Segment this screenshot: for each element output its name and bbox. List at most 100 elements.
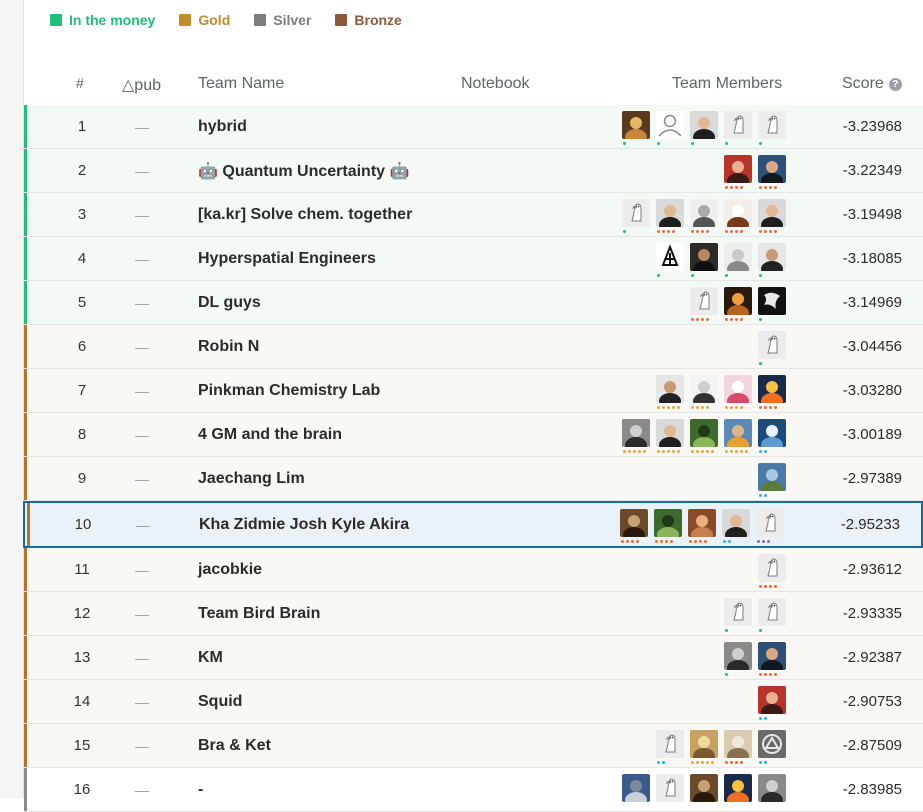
table-row[interactable]: 8 — 4 GM and the brain -3.00189 xyxy=(24,413,923,457)
help-icon[interactable]: ? xyxy=(888,77,902,91)
member-avatar[interactable] xyxy=(758,331,786,365)
member-avatar[interactable] xyxy=(758,155,786,189)
table-row[interactable]: 9 — Jaechang Lim -2.97389 xyxy=(24,457,923,501)
medal-dots xyxy=(623,450,646,453)
member-avatar[interactable] xyxy=(758,686,786,720)
header-rank[interactable]: # xyxy=(76,75,84,91)
member-avatar[interactable] xyxy=(620,509,648,543)
member-avatar[interactable] xyxy=(688,509,716,543)
member-avatar[interactable] xyxy=(690,111,718,145)
member-avatar[interactable] xyxy=(758,730,786,764)
team-name-link[interactable]: Robin N xyxy=(198,325,259,368)
team-name-link[interactable]: hybrid xyxy=(198,105,247,148)
member-avatar[interactable] xyxy=(656,111,684,145)
medal-dot xyxy=(759,406,762,409)
member-avatar[interactable] xyxy=(656,730,684,764)
member-avatar[interactable] xyxy=(690,243,718,277)
table-row[interactable]: 11 — jacobkie -2.93612 xyxy=(24,548,923,592)
member-avatar[interactable] xyxy=(656,243,684,277)
team-name-link[interactable]: 4 GM and the brain xyxy=(198,413,342,456)
table-row-selected[interactable]: 10 — Kha Zidmie Josh Kyle Akira -2.95233 xyxy=(23,501,923,548)
member-avatar[interactable] xyxy=(758,463,786,497)
member-avatar[interactable] xyxy=(690,287,718,321)
member-avatar[interactable] xyxy=(690,375,718,409)
table-row[interactable]: 2 — 🤖 Quantum Uncertainty 🤖 -3.22349 xyxy=(24,149,923,193)
table-row[interactable]: 15 — Bra & Ket -2.87509 xyxy=(24,724,923,768)
table-row[interactable]: 3 — [ka.kr] Solve chem. together -3.19498 xyxy=(24,193,923,237)
member-avatar[interactable] xyxy=(622,419,650,453)
medal-dot xyxy=(660,540,663,543)
table-row[interactable]: 13 — KM -2.92387 xyxy=(24,636,923,680)
member-avatar[interactable] xyxy=(724,642,752,676)
member-avatar[interactable] xyxy=(656,419,684,453)
table-row[interactable]: 14 — Squid -2.90753 xyxy=(24,680,923,724)
score-cell: -2.83985 xyxy=(842,781,902,798)
member-avatar[interactable] xyxy=(758,287,786,321)
member-avatar[interactable] xyxy=(758,375,786,409)
member-avatar[interactable] xyxy=(654,509,682,543)
member-avatar[interactable] xyxy=(758,199,786,233)
member-avatar[interactable] xyxy=(724,199,752,233)
team-name-link[interactable]: Pinkman Chemistry Lab xyxy=(198,369,380,412)
member-avatar[interactable] xyxy=(724,243,752,277)
member-avatar[interactable] xyxy=(758,419,786,453)
team-name-link[interactable]: KM xyxy=(198,636,223,679)
team-name-link[interactable]: 🤖 Quantum Uncertainty 🤖 xyxy=(198,149,409,192)
medal-dot xyxy=(670,540,673,543)
team-name-link[interactable]: - xyxy=(198,768,203,811)
medal-dot xyxy=(759,761,762,764)
member-avatar[interactable] xyxy=(758,111,786,145)
table-row[interactable]: 16 — - -2.83985 xyxy=(24,768,923,812)
member-avatar[interactable] xyxy=(724,419,752,453)
team-name-link[interactable]: Kha Zidmie Josh Kyle Akira xyxy=(199,503,409,546)
member-avatar[interactable] xyxy=(724,155,752,189)
member-avatar[interactable] xyxy=(656,199,684,233)
team-name-link[interactable]: Squid xyxy=(198,680,242,723)
medal-dot xyxy=(672,406,675,409)
header-team-name[interactable]: Team Name xyxy=(198,75,284,93)
table-row[interactable]: 1 — hybrid -3.23968 xyxy=(24,105,923,149)
member-avatar[interactable] xyxy=(622,111,650,145)
member-avatar[interactable] xyxy=(722,509,750,543)
table-row[interactable]: 4 — Hyperspatial Engineers -3.18085 xyxy=(24,237,923,281)
header-score-label[interactable]: Score xyxy=(842,75,884,93)
team-name-link[interactable]: Jaechang Lim xyxy=(198,457,305,500)
member-avatar[interactable] xyxy=(758,598,786,632)
medal-dot xyxy=(662,450,665,453)
score-cell: -2.97389 xyxy=(842,470,902,487)
goose-avatar-icon xyxy=(724,111,752,139)
member-avatar[interactable] xyxy=(758,243,786,277)
table-row[interactable]: 7 — Pinkman Chemistry Lab -3.03280 xyxy=(24,369,923,413)
member-avatar[interactable] xyxy=(690,419,718,453)
table-row[interactable]: 5 — DL guys -3.14969 xyxy=(24,281,923,325)
goose-avatar-icon xyxy=(758,331,786,359)
member-avatar[interactable] xyxy=(724,730,752,764)
member-avatar[interactable] xyxy=(758,554,786,588)
medal-dot xyxy=(735,230,738,233)
legend-swatch xyxy=(50,14,62,26)
team-name-link[interactable]: Team Bird Brain xyxy=(198,592,320,635)
medal-dot xyxy=(730,318,733,321)
member-avatar[interactable] xyxy=(724,375,752,409)
team-name-link[interactable]: DL guys xyxy=(198,281,261,324)
team-name-link[interactable]: [ka.kr] Solve chem. together xyxy=(198,193,412,236)
member-avatar[interactable] xyxy=(690,730,718,764)
member-avatar[interactable] xyxy=(758,642,786,676)
member-avatar[interactable] xyxy=(622,199,650,233)
member-avatar[interactable] xyxy=(724,287,752,321)
member-avatar[interactable] xyxy=(756,509,784,543)
member-avatar[interactable] xyxy=(656,375,684,409)
medal-dot xyxy=(623,142,626,145)
header-score[interactable]: Score ? xyxy=(842,75,902,93)
header-delta-pub[interactable]: △pub xyxy=(122,75,161,95)
member-avatar[interactable] xyxy=(690,199,718,233)
table-row[interactable]: 12 — Team Bird Brain -2.93335 xyxy=(24,592,923,636)
medal-dots xyxy=(725,318,743,321)
table-row[interactable]: 6 — Robin N -3.04456 xyxy=(24,325,923,369)
member-avatar[interactable] xyxy=(724,598,752,632)
team-name-link[interactable]: jacobkie xyxy=(198,548,262,591)
member-avatar[interactable] xyxy=(724,111,752,145)
team-name-link[interactable]: Bra & Ket xyxy=(198,724,271,767)
medal-dots xyxy=(691,761,714,764)
team-name-link[interactable]: Hyperspatial Engineers xyxy=(198,237,376,280)
